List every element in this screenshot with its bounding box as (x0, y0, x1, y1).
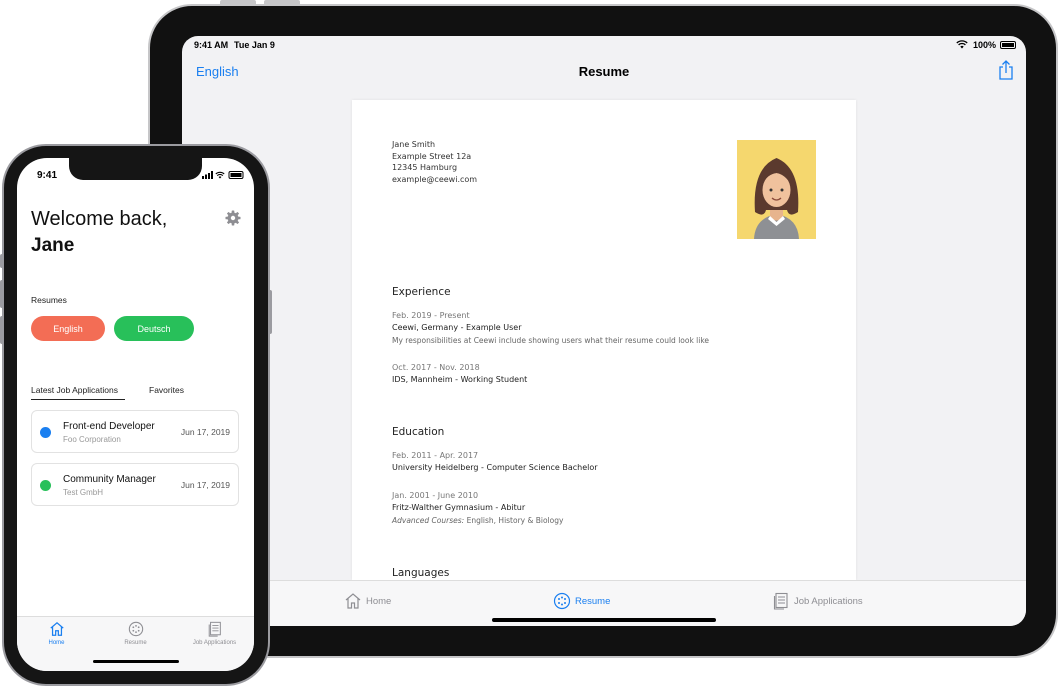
document-icon (773, 592, 788, 610)
experience-description: My responsibilities at Ceewi include sho… (392, 336, 710, 345)
resume-deutsch-button[interactable]: Deutsch (114, 316, 194, 341)
resume-icon (553, 592, 571, 610)
education-dates: Feb. 2011 - Apr. 2017 (392, 451, 479, 460)
experience-position: IDS, Mannheim - Working Student (392, 375, 528, 384)
status-time: 9:41 (37, 170, 58, 181)
tab-home[interactable]: Home (17, 621, 96, 646)
iphone-screen: 9:41 Welcome back, Jane Resumes English … (17, 158, 254, 671)
resume-name: Jane Smith (392, 140, 436, 149)
status-dot (40, 427, 51, 438)
resume-icon (128, 621, 143, 637)
status-dot (40, 480, 51, 491)
education-dates: Jan. 2001 - June 2010 (392, 491, 479, 500)
resume-email: example@ceewi.com (392, 175, 478, 184)
gear-icon[interactable] (225, 210, 241, 226)
tab-resume-label: Resume (575, 595, 611, 607)
active-tab-underline (31, 399, 125, 400)
tab-resume-label: Resume (124, 640, 147, 646)
experience-dates: Oct. 2017 - Nov. 2018 (392, 363, 480, 372)
job-application-card[interactable]: Community Manager Test GmbH Jun 17, 2019 (31, 463, 239, 506)
experience-heading: Experience (392, 286, 451, 298)
battery-icon (1000, 41, 1016, 49)
experience-position: Ceewi, Germany - Example User (392, 323, 522, 332)
experience-dates: Feb. 2019 - Present (392, 311, 470, 320)
home-indicator (492, 618, 716, 622)
resume-document: Jane Smith Example Street 12a 12345 Hamb… (352, 100, 856, 580)
job-company: Foo Corporation (63, 435, 121, 444)
job-company: Test GmbH (63, 488, 104, 497)
user-name: Jane (31, 235, 75, 256)
resume-street: Example Street 12a (392, 152, 472, 161)
education-heading: Education (392, 426, 445, 438)
share-icon[interactable] (998, 60, 1014, 80)
resume-city: 12345 Hamburg (392, 163, 458, 172)
tab-resume[interactable]: Resume (96, 621, 175, 646)
tab-home-label: Home (366, 595, 392, 607)
wifi-icon (956, 40, 968, 49)
job-date: Jun 17, 2019 (180, 480, 230, 490)
profile-photo (737, 140, 816, 239)
job-application-card[interactable]: Front-end Developer Foo Corporation Jun … (31, 410, 239, 453)
welcome-text: Welcome back, (31, 208, 168, 230)
tab-job-applications-label: Job Applications (192, 640, 237, 646)
courses-label: Advanced Courses: (392, 516, 465, 525)
resumes-label: Resumes (31, 295, 67, 305)
job-title: Community Manager (63, 474, 156, 485)
tab-job-applications[interactable]: Job Applications (175, 621, 254, 646)
house-icon (49, 621, 64, 636)
education-position: Fritz-Walther Gymnasium - Abitur (392, 503, 526, 512)
tab-latest-job-applications[interactable]: Latest Job Applications (31, 385, 118, 395)
resume-english-button[interactable]: English (31, 316, 105, 341)
notch (69, 158, 202, 180)
tab-resume[interactable]: Resume (553, 591, 610, 611)
status-icons (202, 171, 244, 179)
tab-home[interactable]: Home (344, 591, 391, 611)
tab-job-applications-label: Job Applications (794, 595, 863, 607)
status-time: 9:41 AM (194, 40, 229, 50)
education-courses: Advanced Courses: English, History & Bio… (392, 516, 563, 525)
battery-percent: 100% (972, 40, 996, 50)
courses-value: English, History & Biology (466, 516, 564, 525)
job-title: Front-end Developer (63, 421, 155, 432)
status-date: Tue Jan 9 (234, 40, 275, 50)
job-date: Jun 17, 2019 (180, 427, 230, 437)
tab-favorites[interactable]: Favorites (149, 385, 184, 395)
education-position: University Heidelberg - Computer Science… (392, 463, 598, 472)
document-icon (208, 621, 221, 637)
tab-home-label: Home (48, 640, 65, 646)
home-indicator (93, 660, 179, 663)
house-icon (345, 593, 361, 609)
languages-heading: Languages (392, 567, 450, 579)
page-title: Resume (578, 64, 630, 79)
tab-job-applications[interactable]: Job Applications (772, 591, 863, 611)
ipad-screen: 9:41 AM Tue Jan 9 100% English Resume Ja… (182, 36, 1026, 626)
